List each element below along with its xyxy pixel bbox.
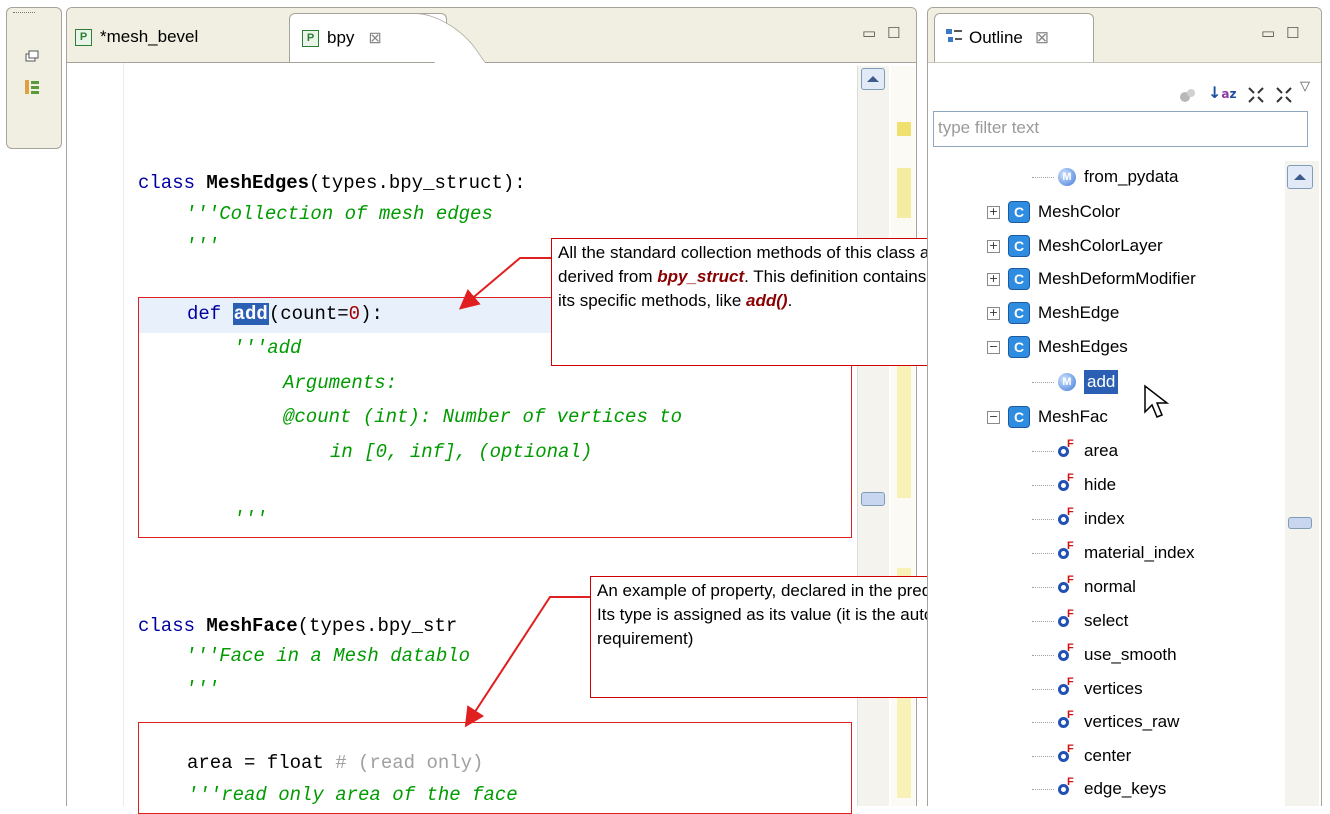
tree-item-class[interactable]: + C MeshEdge xyxy=(987,298,1119,328)
sort-alpha-icon[interactable]: ↓az xyxy=(1208,83,1237,102)
python-file-icon: P xyxy=(302,29,319,47)
expand-icon[interactable]: + xyxy=(987,306,1000,320)
outline-icon xyxy=(945,28,963,49)
tree-item-field[interactable]: Farea xyxy=(1032,436,1118,466)
field-icon: F xyxy=(1058,574,1078,597)
tree-item-field[interactable]: Fselect xyxy=(1032,606,1128,636)
maximize-icon[interactable]: ☐ xyxy=(1286,24,1299,42)
expand-icon[interactable]: + xyxy=(987,272,1000,286)
hide-nonpublic-icon[interactable] xyxy=(1178,87,1198,109)
field-icon: F xyxy=(1058,709,1078,732)
tree-item-method[interactable]: Mfrom_pydata xyxy=(1032,162,1179,192)
outline-tab-bar: Outline ⊠ ▭ ☐ xyxy=(928,8,1321,63)
field-icon: F xyxy=(1058,776,1078,799)
method-icon: M xyxy=(1058,373,1076,391)
field-icon: F xyxy=(1058,743,1078,766)
class-icon: C xyxy=(1008,302,1030,324)
field-icon: F xyxy=(1058,506,1078,529)
tree-item-class[interactable]: + C MeshColorLayer xyxy=(987,231,1163,261)
scroll-up-icon[interactable] xyxy=(1287,165,1313,189)
field-icon: F xyxy=(1058,438,1078,461)
tree-item-field[interactable]: Fvertices_raw xyxy=(1032,707,1179,737)
tree-item-field[interactable]: Fcenter xyxy=(1032,741,1131,771)
filter-input[interactable]: type filter text xyxy=(933,111,1308,147)
collapse-icon[interactable]: − xyxy=(987,410,1000,424)
class-icon: C xyxy=(1008,235,1030,257)
tree-item-class[interactable]: + C MeshColor xyxy=(987,197,1120,227)
tree-item-method-selected[interactable]: Madd xyxy=(1032,367,1119,397)
tree-item-field[interactable]: Fmaterial_index xyxy=(1032,538,1195,568)
expand-icon[interactable]: + xyxy=(987,239,1000,253)
tree-item-field[interactable]: Fvertices xyxy=(1032,674,1143,704)
tree-item-field[interactable]: Fnormal xyxy=(1032,572,1136,602)
field-icon: F xyxy=(1058,472,1078,495)
close-tab-icon[interactable]: ⊠ xyxy=(368,28,381,48)
expand-all-icon[interactable] xyxy=(1274,85,1294,109)
outline-vertical-scrollbar[interactable] xyxy=(1285,161,1319,806)
view-menu-icon[interactable]: ▽ xyxy=(1300,79,1310,94)
tree-item-field[interactable]: Findex xyxy=(1032,504,1125,534)
tree-item-class[interactable]: − C MeshFac xyxy=(987,402,1108,432)
method-icon: M xyxy=(1058,168,1076,186)
scroll-thumb[interactable] xyxy=(1288,517,1312,529)
minimize-icon[interactable]: ▭ xyxy=(1261,24,1275,42)
tree-item-class[interactable]: + C MeshDeformModifier xyxy=(987,264,1196,294)
tree-item-field[interactable]: Fhide xyxy=(1032,470,1116,500)
tree-item-class[interactable]: − C MeshEdges xyxy=(987,332,1128,362)
expand-icon[interactable]: + xyxy=(987,205,1000,219)
field-icon: F xyxy=(1058,642,1078,665)
class-icon: C xyxy=(1008,406,1030,428)
collapse-all-icon[interactable] xyxy=(1246,85,1266,109)
close-outline-icon[interactable]: ⊠ xyxy=(1035,28,1049,48)
class-icon: C xyxy=(1008,268,1030,290)
outline-toolbar: ↓az ▽ xyxy=(928,63,1321,111)
field-icon: F xyxy=(1058,676,1078,699)
collapse-icon[interactable]: − xyxy=(987,340,1000,354)
tree-item-field[interactable]: Fuse_smooth xyxy=(1032,640,1177,670)
class-icon: C xyxy=(1008,336,1030,358)
mouse-cursor-icon xyxy=(1144,384,1169,418)
tab-outline[interactable]: Outline ⊠ xyxy=(934,13,1094,62)
tree-item-field[interactable]: Fedge_keys xyxy=(1032,774,1166,804)
class-icon: C xyxy=(1008,201,1030,223)
field-icon: F xyxy=(1058,540,1078,563)
field-icon: F xyxy=(1058,608,1078,631)
